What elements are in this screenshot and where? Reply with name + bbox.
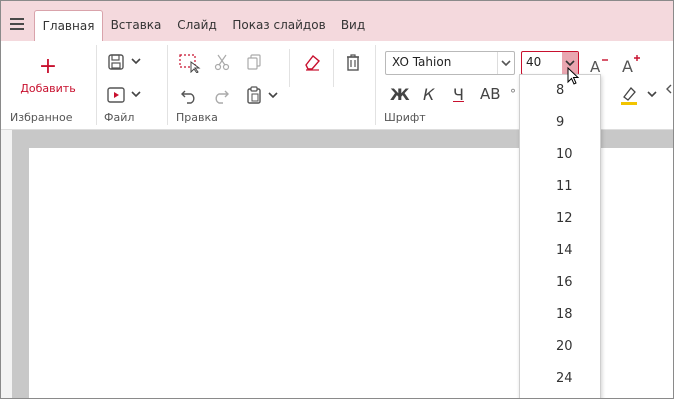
font-size-value: 40: [526, 55, 542, 69]
font-family-select[interactable]: XO Tahion: [385, 51, 515, 75]
plus-icon: +: [38, 54, 58, 79]
redo-icon[interactable]: [211, 86, 231, 104]
highlight-color-icon[interactable]: [618, 84, 640, 106]
add-button[interactable]: + Добавить: [11, 55, 85, 103]
tab-slide[interactable]: Слайд: [171, 10, 223, 41]
mouse-cursor-icon: [567, 67, 580, 85]
font-family-value: XO Tahion: [392, 55, 452, 69]
chevron-left-icon[interactable]: [665, 84, 673, 94]
divider: [167, 45, 168, 125]
font-size-option[interactable]: 18: [520, 299, 600, 331]
increase-font-size-icon[interactable]: A: [621, 53, 643, 75]
italic-button[interactable]: К: [423, 85, 434, 104]
svg-text:A: A: [590, 58, 601, 75]
tab-insert[interactable]: Вставка: [105, 10, 167, 41]
eraser-icon[interactable]: [303, 53, 321, 71]
font-size-option[interactable]: 14: [520, 235, 600, 267]
decrease-font-size-icon[interactable]: A: [589, 55, 611, 75]
save-icon[interactable]: [107, 53, 125, 71]
chevron-down-icon[interactable]: [131, 90, 141, 98]
present-icon[interactable]: [107, 86, 125, 104]
group-label-edit: Правка: [176, 111, 218, 124]
copy-icon[interactable]: [245, 53, 263, 71]
tab-bar: Главная Вставка Слайд Показ слайдов Вид: [1, 1, 673, 42]
tab-home[interactable]: Главная: [34, 10, 103, 42]
app-window: Главная Вставка Слайд Показ слайдов Вид …: [0, 0, 674, 399]
divider: [375, 45, 376, 125]
underline-button[interactable]: Ч: [453, 85, 464, 104]
chevron-down-icon: [501, 60, 511, 67]
font-size-option[interactable]: 20: [520, 331, 600, 363]
chevron-down-icon[interactable]: [131, 57, 141, 65]
menu-icon[interactable]: [10, 18, 24, 30]
divider: [289, 49, 290, 87]
chevron-down-icon[interactable]: [268, 91, 278, 99]
more-format-icon[interactable]: °: [510, 87, 516, 101]
caps-button[interactable]: АВ: [480, 85, 501, 103]
font-family-dropdown-button[interactable]: [497, 52, 514, 74]
cut-icon[interactable]: [213, 53, 231, 71]
delete-icon[interactable]: [344, 53, 362, 71]
font-size-option[interactable]: 11: [520, 171, 600, 203]
font-size-option[interactable]: 9: [520, 107, 600, 139]
select-icon[interactable]: [179, 53, 201, 73]
add-label: Добавить: [20, 82, 76, 95]
chevron-down-icon[interactable]: [647, 90, 657, 98]
undo-icon[interactable]: [179, 86, 199, 104]
slide-panel-edge: [1, 130, 12, 398]
font-size-dropdown-list: 8 9 10 11 12 14 16 18 20 24: [519, 74, 601, 398]
bold-button[interactable]: Ж: [390, 85, 410, 104]
tab-slideshow[interactable]: Показ слайдов: [229, 10, 329, 41]
group-label-font: Шрифт: [384, 111, 426, 124]
divider: [333, 49, 334, 87]
font-size-option[interactable]: 10: [520, 139, 600, 171]
font-size-option[interactable]: 12: [520, 203, 600, 235]
group-label-favorites: Избранное: [10, 111, 73, 124]
font-size-option[interactable]: 24: [520, 363, 600, 395]
paste-icon[interactable]: [245, 85, 263, 105]
svg-text:A: A: [622, 57, 633, 75]
divider: [96, 45, 97, 125]
font-size-option[interactable]: 16: [520, 267, 600, 299]
tab-view[interactable]: Вид: [335, 10, 371, 41]
group-label-file: Файл: [104, 111, 135, 124]
font-size-option[interactable]: 8: [520, 75, 600, 107]
